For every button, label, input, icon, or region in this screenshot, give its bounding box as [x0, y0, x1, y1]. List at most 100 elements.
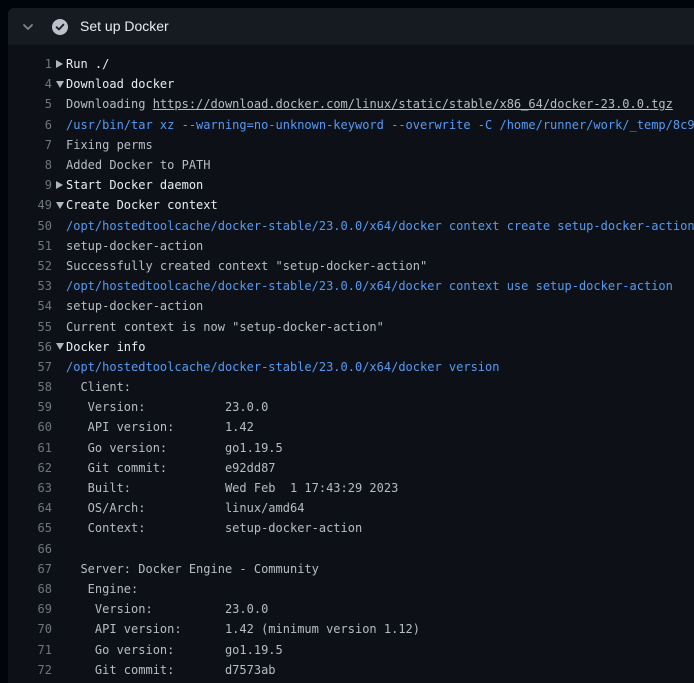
line-number[interactable]: 57 — [8, 360, 52, 374]
log-row: 58 Client: — [8, 377, 694, 397]
line-number[interactable]: 62 — [8, 461, 52, 475]
line-number[interactable]: 49 — [8, 198, 52, 212]
log-row: 62 Git commit: e92dd87 — [8, 458, 694, 478]
log-row: 54 setup-docker-action — [8, 296, 694, 316]
log-text: setup-docker-action — [66, 299, 203, 313]
line-number[interactable]: 70 — [8, 622, 52, 636]
log-text: Go version: go1.19.5 — [66, 441, 283, 455]
log-row: 7 Fixing perms — [8, 135, 694, 155]
line-number[interactable]: 71 — [8, 643, 52, 657]
log-text: API version: 1.42 (minimum version 1.12) — [66, 622, 420, 636]
line-number[interactable]: 68 — [8, 582, 52, 596]
line-number[interactable]: 4 — [8, 77, 52, 91]
chevron-down-icon[interactable] — [22, 21, 34, 33]
step-title: Set up Docker — [80, 8, 169, 45]
triangle-down-icon[interactable] — [56, 202, 66, 209]
line-number[interactable]: 6 — [8, 118, 52, 132]
log-row: 72 Git commit: d7573ab — [8, 660, 694, 680]
log-group-row[interactable]: 49 Create Docker context — [8, 195, 694, 215]
group-title: Start Docker daemon — [66, 178, 203, 192]
line-number[interactable]: 59 — [8, 400, 52, 414]
line-number[interactable]: 64 — [8, 501, 52, 515]
log-text: Downloading — [66, 97, 153, 111]
log-text: Server: Docker Engine - Community — [66, 562, 319, 576]
line-number[interactable]: 67 — [8, 562, 52, 576]
line-number[interactable]: 65 — [8, 521, 52, 535]
log-row: 68 Engine: — [8, 579, 694, 599]
log-row: 8 Added Docker to PATH — [8, 155, 694, 175]
log-row: 6/usr/bin/tar xz --warning=no-unknown-ke… — [8, 115, 694, 135]
log-text: Built: Wed Feb 1 17:43:29 2023 — [66, 481, 398, 495]
log-row: 52 Successfully created context "setup-do… — [8, 256, 694, 276]
log-text: Git commit: e92dd87 — [66, 461, 276, 475]
check-circle-icon — [52, 19, 68, 35]
log-row: 60 API version: 1.42 — [8, 417, 694, 437]
group-title: Create Docker context — [66, 198, 218, 212]
log-row: 67 Server: Docker Engine - Community — [8, 559, 694, 579]
triangle-down-icon[interactable] — [56, 81, 66, 88]
log-row: 71 Go version: go1.19.5 — [8, 639, 694, 659]
log-command-text: /opt/hostedtoolcache/docker-stable/23.0.… — [66, 279, 673, 293]
log-text: Fixing perms — [66, 138, 153, 152]
line-number[interactable]: 8 — [8, 158, 52, 172]
line-number[interactable]: 1 — [8, 57, 52, 71]
log-text: OS/Arch: linux/amd64 — [66, 501, 304, 515]
triangle-right-icon[interactable] — [56, 60, 66, 68]
log-text: Engine: — [66, 582, 138, 596]
log-row: 5 Downloading https://download.docker.com… — [8, 94, 694, 114]
log-text: Added Docker to PATH — [66, 158, 211, 172]
log-text: Version: 23.0.0 — [66, 602, 268, 616]
log-command-text: /opt/hostedtoolcache/docker-stable/23.0.… — [66, 360, 499, 374]
line-number[interactable]: 53 — [8, 279, 52, 293]
line-number[interactable]: 55 — [8, 320, 52, 334]
line-number[interactable]: 54 — [8, 299, 52, 313]
log-row: 59 Version: 23.0.0 — [8, 397, 694, 417]
log-group-row[interactable]: 4 Download docker — [8, 74, 694, 94]
log-row: 66 — [8, 539, 694, 559]
log-row: 55 Current context is now "setup-docker-a… — [8, 316, 694, 336]
triangle-down-icon[interactable] — [56, 343, 66, 350]
log-row: 57/opt/hostedtoolcache/docker-stable/23.… — [8, 357, 694, 377]
log-row: 50/opt/hostedtoolcache/docker-stable/23.… — [8, 216, 694, 236]
log-text: Current context is now "setup-docker-act… — [66, 320, 384, 334]
line-number[interactable]: 50 — [8, 219, 52, 233]
log-row: 65 Context: setup-docker-action — [8, 518, 694, 538]
line-number[interactable]: 52 — [8, 259, 52, 273]
log-group-row[interactable]: 1Run ./ — [8, 54, 694, 74]
line-number[interactable]: 63 — [8, 481, 52, 495]
line-number[interactable]: 9 — [8, 178, 52, 192]
group-title: Docker info — [66, 340, 145, 354]
log-group-row[interactable]: 56 Docker info — [8, 337, 694, 357]
line-number[interactable]: 60 — [8, 420, 52, 434]
log-link[interactable]: https://download.docker.com/linux/static… — [153, 97, 673, 111]
line-number[interactable]: 61 — [8, 441, 52, 455]
log-row: 63 Built: Wed Feb 1 17:43:29 2023 — [8, 478, 694, 498]
log-row: 51setup-docker-action — [8, 236, 694, 256]
triangle-right-icon[interactable] — [56, 181, 66, 189]
log-text: Successfully created context "setup-dock… — [66, 259, 427, 273]
log-text: Context: setup-docker-action — [66, 521, 362, 535]
step-header[interactable]: Set up Docker — [8, 8, 694, 45]
log-text: Downloading https://download.docker.com/… — [66, 97, 673, 111]
log-row: 70 API version: 1.42 (minimum version 1.… — [8, 619, 694, 639]
line-number[interactable]: 7 — [8, 138, 52, 152]
log-text: Git commit: d7573ab — [66, 663, 276, 677]
line-number[interactable]: 56 — [8, 340, 52, 354]
line-number[interactable]: 72 — [8, 663, 52, 677]
step-log-panel: Set up Docker 1Run ./ 4 Download docker 5 Do… — [8, 8, 694, 683]
log-row: 69 Version: 23.0.0 — [8, 599, 694, 619]
line-number[interactable]: 58 — [8, 380, 52, 394]
log-text: API version: 1.42 — [66, 420, 254, 434]
line-number[interactable]: 51 — [8, 239, 52, 253]
log-row: 64 OS/Arch: linux/amd64 — [8, 498, 694, 518]
line-number[interactable]: 69 — [8, 602, 52, 616]
log-command-text: /usr/bin/tar xz --warning=no-unknown-key… — [66, 118, 694, 132]
log-text: Client: — [66, 380, 131, 394]
log-command-text: /opt/hostedtoolcache/docker-stable/23.0.… — [66, 219, 694, 233]
log-group-row[interactable]: 9 Start Docker daemon — [8, 175, 694, 195]
log-row: 61 Go version: go1.19.5 — [8, 438, 694, 458]
log-lines: 1Run ./ 4 Download docker 5 Downloading http… — [8, 45, 694, 683]
line-number[interactable]: 66 — [8, 542, 52, 556]
line-number[interactable]: 5 — [8, 97, 52, 111]
group-title: Download docker — [66, 77, 174, 91]
